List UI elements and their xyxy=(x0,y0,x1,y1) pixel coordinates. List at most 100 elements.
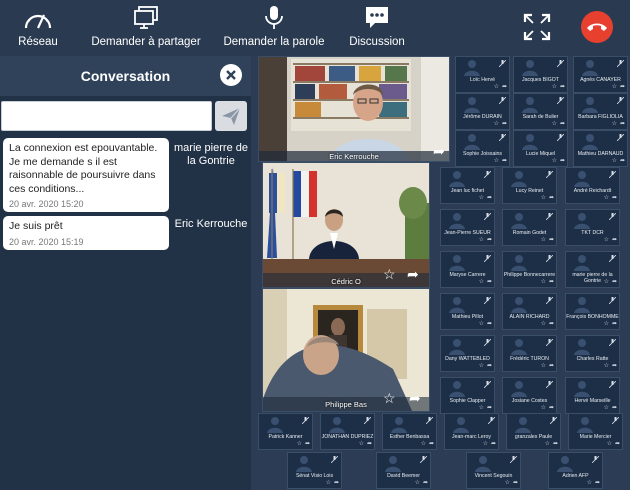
star-icon[interactable]: ☆ xyxy=(541,363,546,369)
participant-tile[interactable]: Sophie Clapper ☆ ➦ xyxy=(440,377,495,414)
star-icon[interactable]: ☆ xyxy=(383,390,396,407)
forward-arrow-icon[interactable]: ➦ xyxy=(305,441,310,447)
participant-tile[interactable]: Romain Godet ☆ ➦ xyxy=(502,209,557,246)
participant-tile[interactable]: Jérôme DURAIN ☆ ➦ xyxy=(455,93,510,130)
participant-tile[interactable]: François BONHOMME ☆ ➦ xyxy=(565,293,620,330)
forward-arrow-icon[interactable]: ➦ xyxy=(487,321,492,327)
star-icon[interactable]: ☆ xyxy=(479,363,484,369)
participant-tile[interactable]: JONATHAN DUPRIEZ ☆ ➦ xyxy=(320,413,375,450)
star-icon[interactable]: ☆ xyxy=(552,84,557,90)
star-icon[interactable]: ☆ xyxy=(479,321,484,327)
forward-arrow-icon[interactable]: ➦ xyxy=(549,279,554,285)
star-icon[interactable]: ☆ xyxy=(494,158,499,164)
hangup-button[interactable] xyxy=(580,10,614,44)
participant-tile[interactable]: Marie Mercier ☆ ➦ xyxy=(568,413,623,450)
forward-arrow-icon[interactable]: ➦ xyxy=(433,143,445,160)
forward-arrow-icon[interactable]: ➦ xyxy=(595,480,600,486)
forward-arrow-icon[interactable]: ➦ xyxy=(487,195,492,201)
participant-tile[interactable]: Adrien AFP ☆ ➦ xyxy=(548,452,603,489)
star-icon[interactable]: ☆ xyxy=(479,405,484,411)
featured-video[interactable]: Philippe Bas ☆ ➦ xyxy=(262,288,430,412)
forward-arrow-icon[interactable]: ➦ xyxy=(612,195,617,201)
participant-tile[interactable]: André Reichardt ☆ ➦ xyxy=(565,167,620,204)
participant-tile[interactable]: Lucy Reinet ☆ ➦ xyxy=(502,167,557,204)
star-icon[interactable]: ☆ xyxy=(359,441,364,447)
forward-arrow-icon[interactable]: ➦ xyxy=(334,480,339,486)
forward-arrow-icon[interactable]: ➦ xyxy=(549,363,554,369)
star-icon[interactable]: ☆ xyxy=(483,441,488,447)
participant-tile[interactable]: Hervé Marseille ☆ ➦ xyxy=(565,377,620,414)
participant-tile[interactable]: Jean-marc Leroy ☆ ➦ xyxy=(444,413,499,450)
participant-tile[interactable]: TKT DCR ☆ ➦ xyxy=(565,209,620,246)
forward-arrow-icon[interactable]: ➦ xyxy=(487,405,492,411)
participant-tile[interactable]: Jean-Pierre SUEUR ☆ ➦ xyxy=(440,209,495,246)
participant-tile[interactable]: Esther Benbassa ☆ ➦ xyxy=(382,413,437,450)
star-icon[interactable]: ☆ xyxy=(604,195,609,201)
forward-arrow-icon[interactable]: ➦ xyxy=(553,441,558,447)
forward-arrow-icon[interactable]: ➦ xyxy=(491,441,496,447)
chat-message-input[interactable] xyxy=(1,101,212,131)
participant-tile[interactable]: ALAIN RICHARD ☆ ➦ xyxy=(502,293,557,330)
forward-arrow-icon[interactable]: ➦ xyxy=(620,121,625,127)
request-speak-button[interactable]: Demander la parole xyxy=(221,4,327,48)
star-icon[interactable]: ☆ xyxy=(541,237,546,243)
star-icon[interactable]: ☆ xyxy=(297,441,302,447)
star-icon[interactable]: ☆ xyxy=(604,405,609,411)
star-icon[interactable]: ☆ xyxy=(421,441,426,447)
forward-arrow-icon[interactable]: ➦ xyxy=(423,480,428,486)
participant-tile[interactable]: Dany WATTEBLED ☆ ➦ xyxy=(440,335,495,372)
participant-tile[interactable]: Agnès CANAYER ☆ ➦ xyxy=(573,56,628,93)
forward-arrow-icon[interactable]: ➦ xyxy=(487,237,492,243)
participant-tile[interactable]: Maryse Carrere ☆ ➦ xyxy=(440,251,495,288)
discussion-button[interactable]: Discussion xyxy=(345,4,409,48)
featured-video[interactable]: Cédric O ☆ ➦ xyxy=(262,162,430,288)
star-icon[interactable]: ☆ xyxy=(415,480,420,486)
forward-arrow-icon[interactable]: ➦ xyxy=(549,405,554,411)
participant-tile[interactable]: Frédéric TURON ☆ ➦ xyxy=(502,335,557,372)
participant-tile[interactable]: Barbara FIGLIOLIA ☆ ➦ xyxy=(573,93,628,130)
forward-arrow-icon[interactable]: ➦ xyxy=(502,158,507,164)
forward-arrow-icon[interactable]: ➦ xyxy=(487,279,492,285)
forward-arrow-icon[interactable]: ➦ xyxy=(409,390,421,407)
network-button[interactable]: Réseau xyxy=(14,4,62,48)
star-icon[interactable]: ☆ xyxy=(494,84,499,90)
participant-tile[interactable]: David Beemer ☆ ➦ xyxy=(376,452,431,489)
star-icon[interactable]: ☆ xyxy=(479,237,484,243)
forward-arrow-icon[interactable]: ➦ xyxy=(549,237,554,243)
star-icon[interactable]: ☆ xyxy=(505,480,510,486)
star-icon[interactable]: ☆ xyxy=(552,158,557,164)
star-icon[interactable]: ☆ xyxy=(383,266,396,283)
forward-arrow-icon[interactable]: ➦ xyxy=(560,84,565,90)
star-icon[interactable]: ☆ xyxy=(604,279,609,285)
participant-tile[interactable]: Lucie Miquel ☆ ➦ xyxy=(513,130,568,167)
participant-tile[interactable]: marie pierre de la Gontrie ☆ ➦ xyxy=(565,251,620,288)
participant-tile[interactable]: Vincent Segouin ☆ ➦ xyxy=(466,452,521,489)
star-icon[interactable]: ☆ xyxy=(479,195,484,201)
forward-arrow-icon[interactable]: ➦ xyxy=(367,441,372,447)
star-icon[interactable]: ☆ xyxy=(604,321,609,327)
participant-tile[interactable]: Josiane Costes ☆ ➦ xyxy=(502,377,557,414)
star-icon[interactable]: ☆ xyxy=(612,84,617,90)
participant-tile[interactable]: Sophie Joissains ☆ ➦ xyxy=(455,130,510,167)
participant-tile[interactable]: Charles Ratte ☆ ➦ xyxy=(565,335,620,372)
participant-tile[interactable]: Sarah de Bulier ☆ ➦ xyxy=(513,93,568,130)
forward-arrow-icon[interactable]: ➦ xyxy=(407,266,419,283)
star-icon[interactable]: ☆ xyxy=(604,237,609,243)
forward-arrow-icon[interactable]: ➦ xyxy=(560,158,565,164)
forward-arrow-icon[interactable]: ➦ xyxy=(620,84,625,90)
participant-tile[interactable]: Philippe Bonnecarrere ☆ ➦ xyxy=(502,251,557,288)
participant-tile[interactable]: granzales Paule ☆ ➦ xyxy=(506,413,561,450)
star-icon[interactable]: ☆ xyxy=(541,405,546,411)
forward-arrow-icon[interactable]: ➦ xyxy=(513,480,518,486)
participant-tile[interactable]: Sénat Visio Lois ☆ ➦ xyxy=(287,452,342,489)
close-chat-button[interactable] xyxy=(220,64,242,86)
participant-tile[interactable]: Jacques BIGOT ☆ ➦ xyxy=(513,56,568,93)
forward-arrow-icon[interactable]: ➦ xyxy=(502,121,507,127)
participant-tile[interactable]: Loïc Hervé ☆ ➦ xyxy=(455,56,510,93)
star-icon[interactable]: ☆ xyxy=(612,121,617,127)
forward-arrow-icon[interactable]: ➦ xyxy=(502,84,507,90)
forward-arrow-icon[interactable]: ➦ xyxy=(612,363,617,369)
star-icon[interactable]: ☆ xyxy=(541,279,546,285)
star-icon[interactable]: ☆ xyxy=(541,321,546,327)
star-icon[interactable]: ☆ xyxy=(587,480,592,486)
